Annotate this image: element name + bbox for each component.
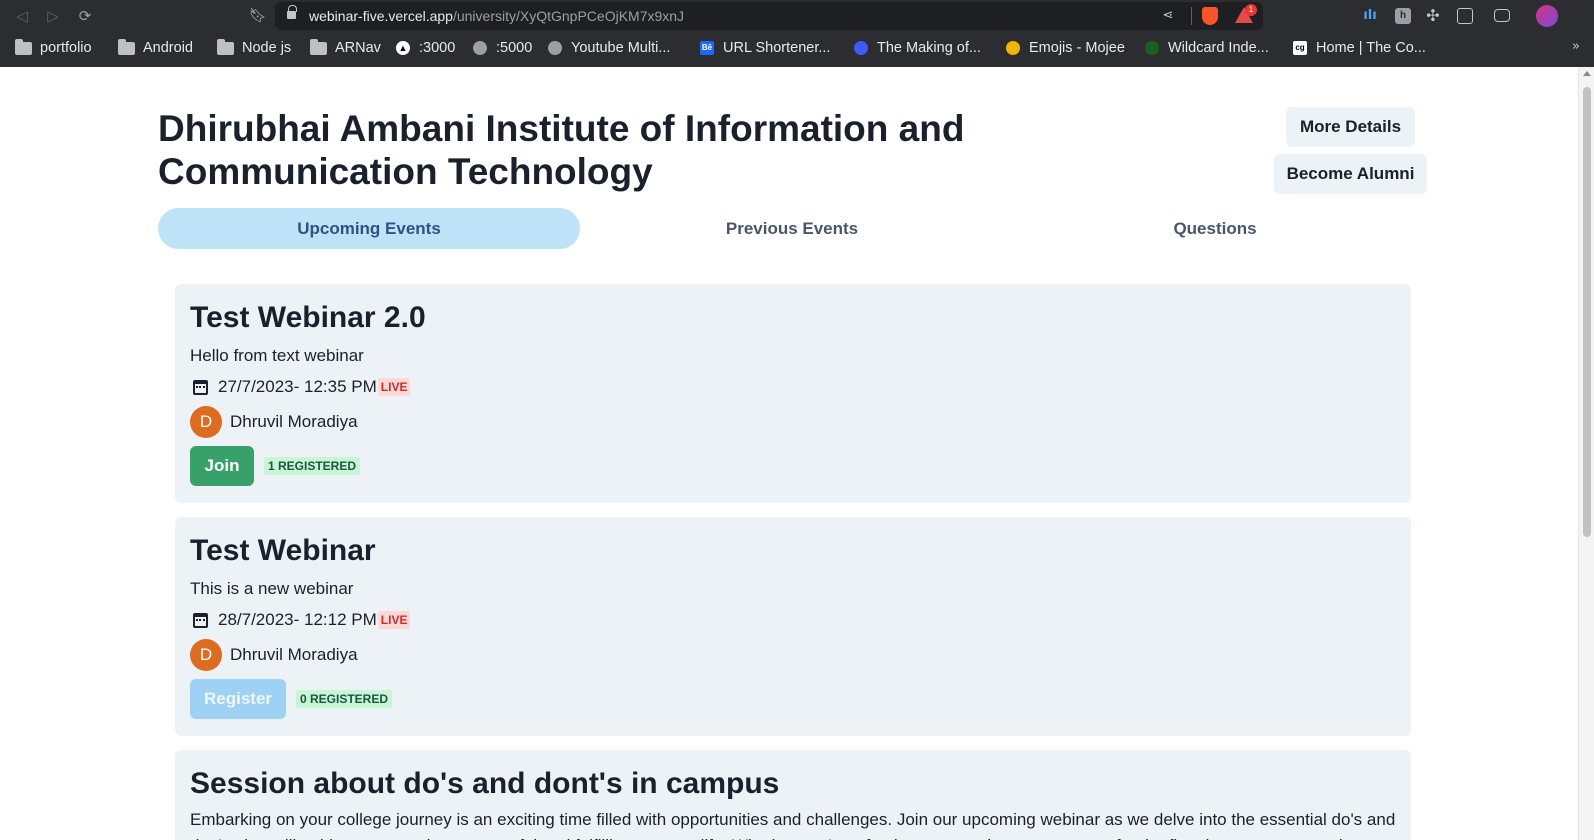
event-card: Test Webinar 2.0 Hello from text webinar… — [175, 284, 1411, 503]
bookmarks-bar: portfolio Android Node js ARNav ▲ :3000 :… — [0, 34, 1594, 62]
globe-icon — [548, 41, 562, 55]
puzzle-icon[interactable]: ✣ — [1423, 6, 1443, 26]
event-title: Session about do's and dont's in campus — [190, 767, 780, 800]
host-avatar: D — [190, 406, 222, 438]
behance-icon: Bē — [700, 41, 714, 55]
emoji-icon — [1006, 41, 1020, 55]
reload-icon[interactable]: ⟳ — [75, 6, 95, 26]
bookmark-item[interactable]: ARNav — [310, 34, 381, 62]
extension-h-icon[interactable]: h — [1395, 8, 1411, 24]
brave-shields-icon[interactable] — [1202, 7, 1218, 25]
registered-count-badge: 1 REGISTERED — [264, 457, 361, 475]
bookmark-item[interactable]: Bē URL Shortener... — [700, 34, 830, 62]
browser-toolbar: ◁ ▷ ⟳ 🔖︎ webinar-five.vercel.app/univers… — [0, 0, 1594, 32]
event-description: Hello from text webinar — [190, 346, 364, 365]
register-button[interactable]: Register — [190, 679, 286, 719]
event-card: Session about do's and dont's in campus … — [175, 750, 1411, 840]
event-tabs: Upcoming Events Previous Events Question… — [158, 208, 1426, 249]
share-icon[interactable]: ⋖ — [1159, 7, 1177, 25]
event-datetime: 28/7/2023- 12:12 PM — [218, 610, 377, 629]
calendar-icon — [193, 379, 208, 395]
bookmark-label: portfolio — [40, 40, 92, 56]
live-badge: LIVE — [377, 611, 411, 629]
bookmark-item[interactable]: Android — [118, 34, 193, 62]
wallet-icon[interactable] — [1494, 9, 1510, 22]
bookmark-label: :3000 — [419, 40, 456, 56]
event-card: Test Webinar This is a new webinar 28/7/… — [175, 517, 1411, 736]
folder-icon — [15, 38, 32, 55]
host-name: Dhruvil Moradiya — [230, 412, 358, 431]
drop-icon — [854, 41, 868, 55]
join-button[interactable]: Join — [190, 446, 254, 486]
event-description: This is a new webinar — [190, 579, 354, 598]
bookmark-label: :5000 — [496, 40, 533, 56]
url-divider — [1191, 7, 1192, 25]
event-title: Test Webinar 2.0 — [190, 301, 426, 334]
scrollbar-thumb[interactable] — [1583, 87, 1591, 537]
become-alumni-button[interactable]: Become Alumni — [1274, 154, 1427, 194]
folder-icon — [310, 38, 327, 55]
url-text[interactable]: webinar-five.vercel.app/university/XyQtG… — [309, 8, 684, 24]
alert-count-badge: 1 — [1245, 4, 1257, 16]
bookmarks-overflow-icon[interactable]: » — [1572, 39, 1580, 54]
host-name: Dhruvil Moradiya — [230, 645, 358, 664]
university-title: Dhirubhai Ambani Institute of Informatio… — [158, 108, 965, 192]
scroll-up-icon[interactable] — [1583, 71, 1591, 76]
registered-count-badge: 0 REGISTERED — [296, 690, 393, 708]
host-avatar: D — [190, 639, 222, 671]
bookmark-label: Node js — [242, 40, 292, 56]
profile-avatar[interactable] — [1536, 5, 1558, 27]
tab-previous-events[interactable]: Previous Events — [581, 208, 1003, 249]
more-details-button[interactable]: More Details — [1286, 107, 1415, 147]
sidebar-icon[interactable] — [1457, 8, 1473, 24]
calendar-icon — [193, 612, 208, 628]
triangle-icon: ▲ — [396, 41, 410, 55]
globe-icon — [473, 41, 487, 55]
bookmark-item[interactable]: Youtube Multi... — [548, 34, 670, 62]
bookmark-item[interactable]: cg Home | The Co... — [1293, 34, 1426, 62]
bookmark-item[interactable]: portfolio — [15, 34, 92, 62]
bookmark-item[interactable]: Wildcard Inde... — [1145, 34, 1269, 62]
page-content: Dhirubhai Ambani Institute of Informatio… — [0, 67, 1578, 840]
bookmark-label: The Making of... — [877, 40, 981, 56]
event-host: D Dhruvil Moradiya — [190, 639, 358, 671]
bookmark-item[interactable]: :5000 — [473, 34, 532, 62]
bookmark-item[interactable]: ▲ :3000 — [396, 34, 455, 62]
bookmark-label: Emojis - Mojee — [1029, 40, 1125, 56]
browser-chrome: ◁ ▷ ⟳ 🔖︎ webinar-five.vercel.app/univers… — [0, 0, 1594, 67]
forward-icon[interactable]: ▷ — [43, 6, 63, 26]
url-path: /university/XyQtGnpPCeOjKM7x9xnJ — [452, 8, 685, 24]
event-date-row: 27/7/2023- 12:35 PM LIVE — [190, 376, 411, 398]
leaf-icon — [1145, 41, 1159, 55]
cg-icon: cg — [1293, 41, 1307, 55]
event-title: Test Webinar — [190, 534, 376, 567]
bookmark-item[interactable]: The Making of... — [854, 34, 981, 62]
event-datetime: 27/7/2023- 12:35 PM — [218, 377, 377, 396]
address-bar[interactable]: webinar-five.vercel.app/university/XyQtG… — [275, 2, 1263, 30]
bookmark-label: Youtube Multi... — [571, 40, 671, 56]
bookmark-label: URL Shortener... — [723, 40, 831, 56]
url-domain: webinar-five.vercel.app — [309, 8, 453, 24]
bookmark-page-icon[interactable]: 🔖︎ — [249, 6, 267, 26]
bookmark-label: Wildcard Inde... — [1168, 40, 1269, 56]
page-scrollbar[interactable] — [1578, 67, 1594, 840]
event-description: Embarking on your college journey is an … — [190, 810, 1396, 840]
event-host: D Dhruvil Moradiya — [190, 406, 358, 438]
back-icon[interactable]: ◁ — [12, 6, 32, 26]
extension-icon[interactable]: ılı — [1360, 6, 1380, 26]
bookmark-label: ARNav — [335, 40, 381, 56]
folder-icon — [118, 38, 135, 55]
tab-upcoming-events[interactable]: Upcoming Events — [158, 208, 580, 249]
bookmark-item[interactable]: Emojis - Mojee — [1006, 34, 1125, 62]
bookmark-label: Home | The Co... — [1316, 40, 1426, 56]
lock-icon[interactable] — [287, 5, 297, 20]
bookmark-label: Android — [143, 40, 193, 56]
tab-questions[interactable]: Questions — [1004, 208, 1426, 249]
event-date-row: 28/7/2023- 12:12 PM LIVE — [190, 609, 411, 631]
live-badge: LIVE — [377, 378, 411, 396]
bookmark-item[interactable]: Node js — [217, 34, 291, 62]
folder-icon — [217, 38, 234, 55]
